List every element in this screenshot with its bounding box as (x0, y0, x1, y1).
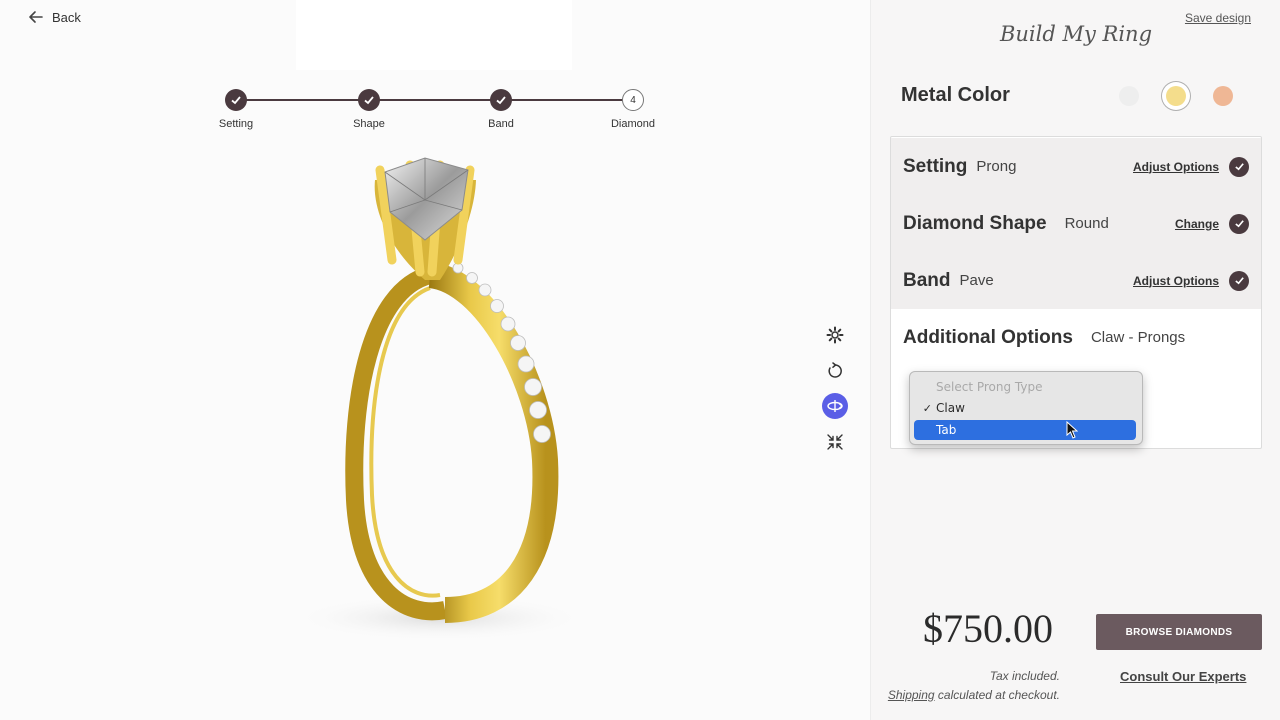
ring-builder-panel: Save design Build My Ring Metal Color Se… (870, 0, 1280, 720)
check-icon (364, 96, 374, 105)
mouse-pointer-icon (1066, 421, 1078, 439)
option-row-band: Band Pave Adjust Options (891, 252, 1261, 309)
option-label: Select Prong Type (936, 380, 1043, 394)
check-icon (1234, 220, 1244, 228)
step-label: Shape (353, 118, 385, 130)
option-row-setting: Setting Prong Adjust Options (891, 138, 1261, 195)
ring-price: $750.00 (923, 606, 1053, 651)
adjust-band-link[interactable]: Adjust Options (1133, 274, 1219, 288)
tax-shipping-note: Tax included. Shipping calculated at che… (888, 667, 1060, 705)
tax-included-text: Tax included. (989, 669, 1060, 683)
step-complete-check (358, 89, 380, 111)
step-label: Diamond (610, 118, 656, 130)
dropdown-placeholder-option: Select Prong Type (914, 377, 1136, 397)
panel-title: Build My Ring (999, 22, 1153, 46)
collapse-icon (827, 434, 843, 450)
browse-diamonds-button[interactable]: BROWSE DIAMONDS (1096, 614, 1262, 650)
dropdown-option-tab[interactable]: Tab (914, 420, 1136, 440)
step-shape[interactable]: Shape (329, 89, 409, 130)
check-icon (1234, 163, 1244, 171)
option-name: Setting (903, 155, 968, 177)
metal-swatch-rose-gold[interactable] (1213, 86, 1233, 106)
option-label: Claw (936, 401, 965, 415)
360-view-tool-button[interactable] (822, 393, 848, 419)
ring-viewer: Back Setting Shape Band 4 Diamond (0, 0, 870, 720)
consult-experts-link[interactable]: Consult Our Experts (1120, 669, 1246, 684)
collapse-tool-button[interactable] (822, 429, 848, 455)
step-band[interactable]: Band (461, 89, 541, 130)
checkmark-icon: ✓ (922, 401, 932, 415)
step-complete-check (225, 89, 247, 111)
option-value: Pave (959, 272, 994, 289)
check-icon (496, 96, 506, 105)
dropdown-option-claw[interactable]: ✓ Claw (914, 398, 1136, 418)
option-row-additional: Additional Options Claw - Prongs (891, 309, 1261, 366)
settings-tool-button[interactable] (822, 322, 848, 348)
prong-type-dropdown[interactable]: Select Prong Type ✓ Claw Tab (909, 371, 1143, 445)
step-diamond[interactable]: 4 Diamond (593, 89, 673, 130)
option-label: Tab (936, 423, 957, 437)
360-view-icon (827, 400, 843, 412)
option-value: Round (1064, 215, 1109, 232)
check-icon (231, 96, 241, 105)
step-setting[interactable]: Setting (196, 89, 276, 130)
stepper-line (236, 99, 633, 101)
option-complete-badge (1229, 213, 1249, 234)
metal-color-label: Metal Color (901, 84, 1010, 106)
option-name: Additional Options (903, 326, 1073, 348)
step-label: Band (488, 118, 514, 130)
option-value: Claw - Prongs (1090, 329, 1186, 346)
adjust-setting-link[interactable]: Adjust Options (1133, 160, 1219, 174)
shipping-rest-text: calculated at checkout. (934, 688, 1060, 702)
gear-icon (826, 326, 844, 344)
metal-swatch-yellow-gold[interactable] (1166, 86, 1186, 106)
option-row-diamond-shape: Diamond Shape Round Change (891, 195, 1261, 252)
option-name: Diamond Shape (903, 212, 1047, 234)
rotate-tool-button[interactable] (822, 358, 848, 384)
option-name: Band (903, 269, 951, 291)
option-value: Prong (976, 158, 1017, 175)
rotate-icon (828, 362, 842, 378)
change-shape-link[interactable]: Change (1175, 217, 1219, 231)
metal-swatch-white-gold[interactable] (1119, 86, 1139, 106)
step-complete-check (490, 89, 512, 111)
shipping-link[interactable]: Shipping (888, 688, 935, 702)
step-number: 4 (622, 89, 644, 111)
option-complete-badge (1229, 270, 1249, 291)
step-label: Setting (218, 118, 254, 130)
option-complete-badge (1229, 156, 1249, 177)
shipping-text: Shipping calculated at checkout. (888, 686, 1060, 705)
progress-stepper: Setting Shape Band 4 Diamond (0, 0, 870, 140)
check-icon (1234, 277, 1244, 285)
ring-image (300, 157, 580, 640)
